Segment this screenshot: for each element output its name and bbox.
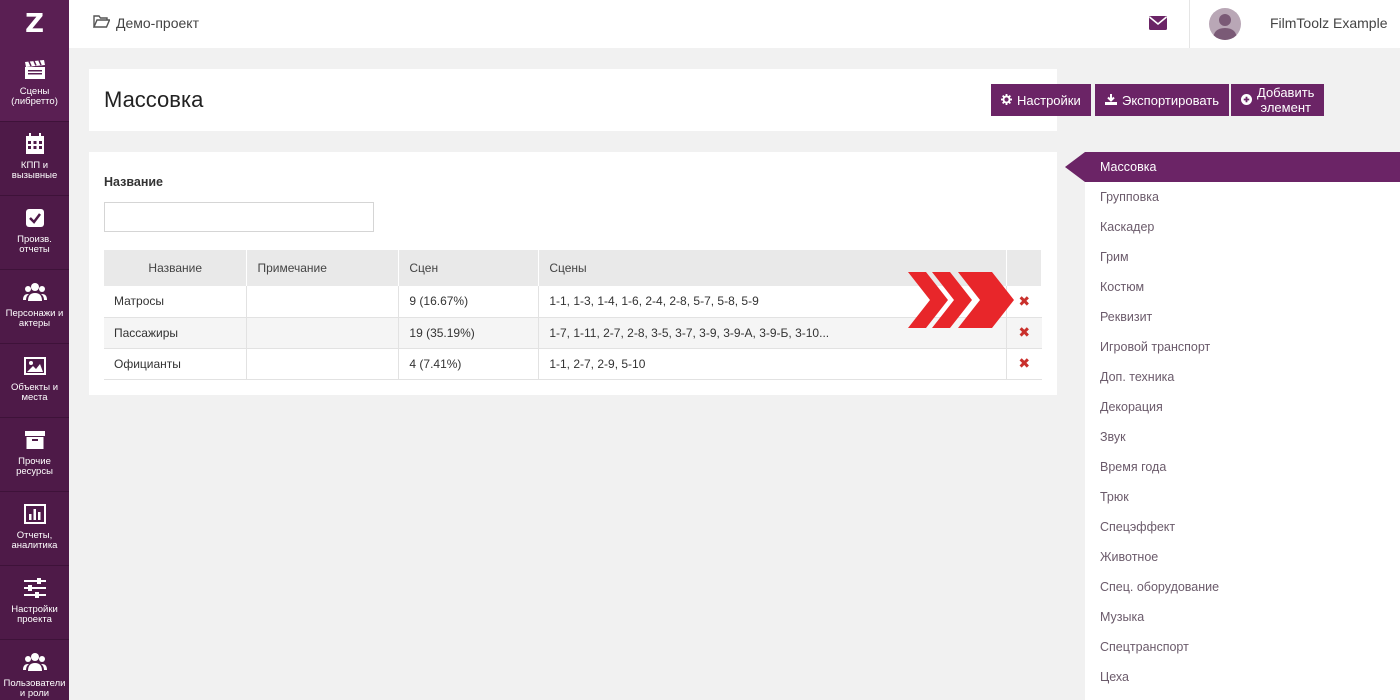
sidebar-item-other-resources[interactable]: Прочие ресурсы <box>0 418 69 492</box>
sidebar-item-project-settings[interactable]: Настройки проекта <box>0 566 69 640</box>
column-header-name[interactable]: Название <box>104 250 248 286</box>
add-element-button[interactable]: Добавить элемент <box>1231 84 1325 116</box>
column-header-note[interactable]: Примечание <box>246 250 400 286</box>
cell-name[interactable]: Матросы <box>104 286 248 318</box>
cell-scenes: 1-1, 2-7, 2-9, 5-10 <box>538 348 1007 380</box>
column-header-count[interactable]: Сцен <box>398 250 540 286</box>
sidebar-item-objects[interactable]: Объекты и места <box>0 344 69 418</box>
active-category-pointer <box>1065 152 1085 182</box>
plus-circle-icon <box>1241 93 1252 108</box>
settings-button-label: Настройки <box>1017 92 1081 108</box>
cell-note <box>246 286 400 318</box>
folder-open-icon <box>92 15 111 31</box>
category-item[interactable]: Звук <box>1085 422 1400 452</box>
category-item-active[interactable]: Массовка <box>1085 152 1400 182</box>
sliders-icon <box>23 576 47 600</box>
table-header-row: Название Примечание Сцен Сцены <box>104 250 1043 286</box>
export-button-label: Экспортировать <box>1122 92 1219 108</box>
category-item[interactable]: Цеха <box>1085 662 1400 692</box>
category-item[interactable]: Каскадер <box>1085 212 1400 242</box>
sidebar-item-users-roles[interactable]: Пользователи и роли <box>0 640 69 700</box>
project-breadcrumb[interactable]: Демо-проект <box>92 15 199 31</box>
cell-name[interactable]: Официанты <box>104 348 248 380</box>
bar-chart-icon <box>23 502 47 526</box>
topbar-divider <box>1189 0 1190 48</box>
checkbox-icon <box>23 206 47 230</box>
category-item[interactable]: Спецэффект <box>1085 512 1400 542</box>
category-item[interactable]: Костюм <box>1085 272 1400 302</box>
category-item[interactable]: Реквизит <box>1085 302 1400 332</box>
sidebar-item-label: Объекты и места <box>10 382 59 403</box>
sidebar-item-label: Произв. отчеты <box>17 234 52 255</box>
sidebar-item-label: Прочие ресурсы <box>16 456 53 477</box>
avatar[interactable] <box>1209 8 1241 40</box>
cell-count: 19 (35.19%) <box>398 317 540 349</box>
page-title: Массовка <box>104 87 204 112</box>
sidebar-item-label: КПП и вызывные <box>11 160 58 181</box>
archive-box-icon <box>23 428 47 452</box>
left-sidebar: Z Сцены (либретто) КПП и вызывные Произв… <box>0 0 69 700</box>
table-row[interactable]: Матросы 9 (16.67%) 1-1, 1-3, 1-4, 1-6, 2… <box>104 286 1042 318</box>
category-item[interactable]: Трюк <box>1085 482 1400 512</box>
name-filter-input[interactable] <box>104 202 374 232</box>
download-icon <box>1105 93 1117 108</box>
filter-label: Название <box>104 175 164 189</box>
category-item[interactable]: Игровой транспорт <box>1085 332 1400 362</box>
export-button[interactable]: Экспортировать <box>1095 84 1229 116</box>
table-row[interactable]: Официанты 4 (7.41%) 1-1, 2-7, 2-9, 5-10 … <box>104 348 1042 380</box>
user-name[interactable]: FilmToolz Example <box>1270 15 1387 31</box>
settings-button[interactable]: Настройки <box>991 84 1091 116</box>
image-icon <box>23 354 47 378</box>
project-name: Демо-проект <box>116 15 199 31</box>
sidebar-item-label: Отчеты, аналитика <box>11 530 58 551</box>
category-list: Массовка Групповка Каскадер Грим Костюм … <box>1085 152 1400 700</box>
cell-name[interactable]: Пассажиры <box>104 317 248 349</box>
chevron-arrows-icon <box>908 272 1016 333</box>
category-item[interactable]: Спец. оборудование <box>1085 572 1400 602</box>
cell-note <box>246 348 400 380</box>
category-item[interactable]: Спецтранспорт <box>1085 632 1400 662</box>
category-item[interactable]: Доп. техника <box>1085 362 1400 392</box>
table-row[interactable]: Пассажиры 19 (35.19%) 1-7, 1-11, 2-7, 2-… <box>104 317 1042 349</box>
gear-icon <box>1001 93 1012 108</box>
envelope-icon <box>1148 16 1168 34</box>
category-item[interactable]: Групповка <box>1085 182 1400 212</box>
users-icon <box>22 280 47 304</box>
sidebar-item-kpp[interactable]: КПП и вызывные <box>0 122 69 196</box>
delete-icon[interactable]: ✖ <box>1006 348 1042 380</box>
sidebar-item-label: Пользователи и роли <box>3 678 66 699</box>
sidebar-item-label: Персонажи и актеры <box>5 308 64 329</box>
sidebar-item-analytics[interactable]: Отчеты, аналитика <box>0 492 69 566</box>
calendar-icon <box>23 132 47 156</box>
messages-button[interactable] <box>1148 16 1168 35</box>
top-bar: Демо-проект FilmToolz Example <box>69 0 1400 48</box>
sidebar-item-scenes[interactable]: Сцены (либретто) <box>0 48 69 122</box>
cell-count: 9 (16.67%) <box>398 286 540 318</box>
page-header: Массовка Настройки Экспортировать Добави… <box>89 69 1325 131</box>
category-item[interactable]: Грим <box>1085 242 1400 272</box>
category-item[interactable]: Декорация <box>1085 392 1400 422</box>
clapperboard-icon <box>23 58 47 82</box>
add-element-button-label: Добавить элемент <box>1257 85 1315 115</box>
sidebar-item-characters[interactable]: Персонажи и актеры <box>0 270 69 344</box>
category-item[interactable]: Музыка <box>1085 602 1400 632</box>
sidebar-item-label: Сцены (либретто) <box>11 86 58 107</box>
sidebar-item-label: Настройки проекта <box>11 604 58 625</box>
category-item[interactable]: Животное <box>1085 542 1400 572</box>
massovka-table: Название Примечание Сцен Сцены Матросы 9… <box>104 250 1043 380</box>
sidebar-item-reports[interactable]: Произв. отчеты <box>0 196 69 270</box>
category-item[interactable]: Время года <box>1085 452 1400 482</box>
cell-note <box>246 317 400 349</box>
users-icon <box>22 650 47 674</box>
logo-letter: Z <box>25 9 44 39</box>
cell-count: 4 (7.41%) <box>398 348 540 380</box>
app-logo[interactable]: Z <box>0 0 69 48</box>
